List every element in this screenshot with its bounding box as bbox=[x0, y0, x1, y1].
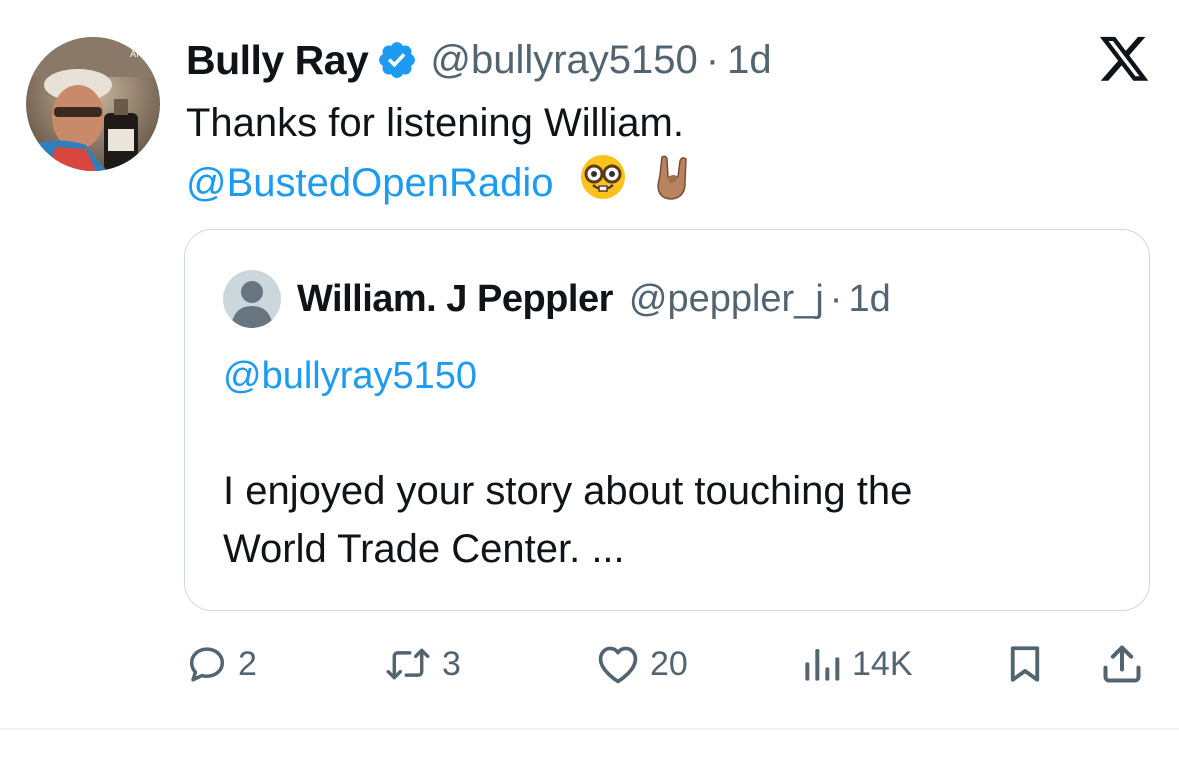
sign-of-the-horns-emoji-icon bbox=[652, 153, 696, 218]
quote-author-avatar[interactable] bbox=[223, 270, 281, 328]
quote-author-handle[interactable]: @peppler_j bbox=[629, 278, 824, 321]
tweet-timestamp[interactable]: 1d bbox=[727, 38, 772, 83]
tweet-divider bbox=[0, 728, 1179, 730]
like-count: 20 bbox=[650, 644, 688, 683]
author-display-name[interactable]: Bully Ray bbox=[186, 37, 369, 84]
retweet-button[interactable]: 3 bbox=[384, 634, 461, 694]
quote-body-text: I enjoyed your story about touching the … bbox=[223, 462, 912, 578]
reply-icon bbox=[189, 647, 225, 682]
author-handle[interactable]: @bullyray5150 bbox=[430, 38, 697, 83]
x-logo-icon[interactable] bbox=[1097, 36, 1151, 86]
svg-text:AFTER: AFTER bbox=[130, 50, 159, 60]
tweet-text-line: Thanks for listening William. bbox=[186, 101, 684, 145]
default-avatar-icon bbox=[223, 270, 281, 328]
reply-count: 2 bbox=[238, 644, 257, 683]
share-icon bbox=[1103, 645, 1141, 683]
like-button[interactable]: 20 bbox=[596, 634, 688, 694]
quote-mention-link[interactable]: @bullyray5150 bbox=[223, 348, 477, 404]
quote-header: William. J Peppler @peppler_j · 1d bbox=[297, 270, 891, 328]
tweet-header: Bully Ray @bullyray5150 · 1d bbox=[186, 30, 772, 90]
quote-author-display-name[interactable]: William. J Peppler bbox=[297, 278, 613, 321]
heart-icon bbox=[598, 646, 638, 684]
quoted-tweet[interactable]: William. J Peppler @peppler_j · 1d @bull… bbox=[184, 229, 1150, 611]
nerd-face-emoji-icon bbox=[579, 153, 627, 218]
share-button[interactable] bbox=[1100, 634, 1144, 694]
author-avatar[interactable]: AFTER bbox=[26, 37, 160, 171]
bookmark-button[interactable] bbox=[1004, 634, 1046, 694]
views-chart-icon bbox=[805, 649, 840, 681]
tweet-card[interactable]: AFTER Bully Ray @bullyray5150 · 1d Thank… bbox=[0, 0, 1179, 728]
quote-timestamp[interactable]: 1d bbox=[848, 278, 890, 321]
quote-separator-dot: · bbox=[829, 277, 843, 320]
retweet-icon bbox=[386, 648, 430, 680]
bookmark-icon bbox=[1010, 646, 1040, 682]
retweet-count: 3 bbox=[442, 644, 461, 683]
views-button[interactable]: 14K bbox=[802, 634, 913, 694]
quote-body-line: World Trade Center. ... bbox=[223, 527, 625, 571]
verified-badge-icon[interactable] bbox=[376, 39, 418, 81]
quote-body-line: I enjoyed your story about touching the bbox=[223, 469, 913, 513]
separator-dot: · bbox=[705, 37, 720, 82]
tweet-text: Thanks for listening William. @BustedOpe… bbox=[186, 93, 696, 218]
reply-button[interactable]: 2 bbox=[186, 634, 257, 694]
tweet-mention-line: @BustedOpenRadio bbox=[186, 153, 696, 218]
views-count: 14K bbox=[852, 644, 913, 683]
avatar-photo-icon: AFTER bbox=[26, 37, 160, 171]
mention-link[interactable]: @BustedOpenRadio bbox=[186, 161, 554, 205]
tweet-actions-bar: 2 3 20 14K bbox=[0, 634, 1179, 694]
